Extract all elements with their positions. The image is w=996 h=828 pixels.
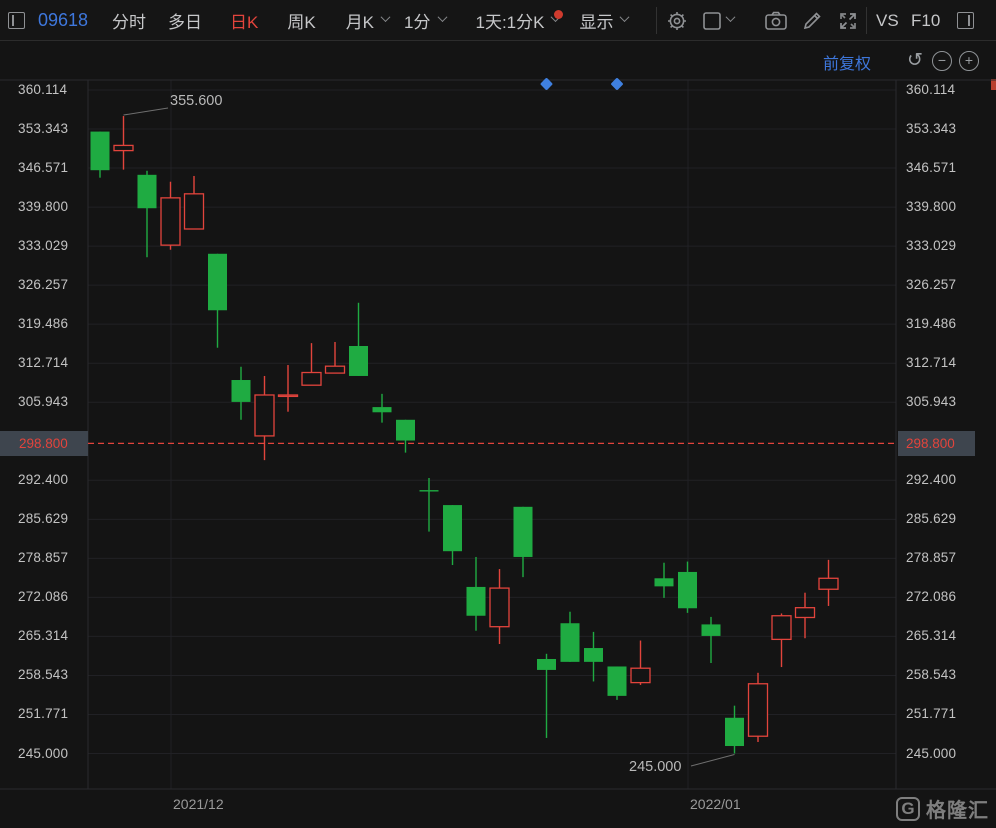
candle-body-down <box>608 666 627 695</box>
axis-tick-label: 258.543 <box>906 667 956 682</box>
candle-body-up <box>490 588 509 627</box>
plot-border <box>88 80 896 789</box>
axis-tick-label: 346.571 <box>18 160 68 175</box>
axis-tick-label: 333.029 <box>906 238 956 253</box>
axis-tick-label: 251.771 <box>18 706 68 721</box>
axis-tick-label: 272.086 <box>906 589 956 604</box>
event-marker-icon <box>610 77 623 90</box>
axis-tick-label: 278.857 <box>906 550 956 565</box>
annotation-line-low <box>691 755 735 766</box>
axis-tick-label: 360.114 <box>906 82 955 97</box>
low-annotation: 245.000 <box>629 759 681 775</box>
candle-body-down <box>349 346 368 376</box>
x-axis-label-dec: 2021/12 <box>173 796 224 812</box>
axis-tick-label: 333.029 <box>18 238 68 253</box>
candle-body-up <box>161 198 180 245</box>
candle-body-up <box>326 366 345 373</box>
axis-tick-label: 292.400 <box>906 472 956 487</box>
candle-body-down <box>537 659 556 670</box>
axis-tick-label: 265.314 <box>906 628 956 643</box>
axis-tick-label: 339.800 <box>18 199 68 214</box>
axis-tick-label: 285.629 <box>906 511 956 526</box>
candle-body-down <box>208 254 227 310</box>
candlestick-chart[interactable] <box>0 0 996 828</box>
axis-tick-label: 245.000 <box>18 746 68 761</box>
axis-tick-label: 305.943 <box>906 394 956 409</box>
axis-tick-label: 251.771 <box>906 706 956 721</box>
x-axis-label-jan: 2022/01 <box>690 796 741 812</box>
candle-body-down <box>584 648 603 662</box>
watermark: G 格隆汇 <box>896 794 989 823</box>
axis-tick-label: 285.629 <box>18 511 68 526</box>
high-annotation: 355.600 <box>170 93 222 109</box>
axis-tick-label: 245.000 <box>906 746 956 761</box>
gelonghui-logo-icon: G <box>896 797 920 821</box>
axis-tick-label: 353.343 <box>18 121 68 136</box>
candle-body-down <box>443 505 462 551</box>
axis-tick-label: 353.343 <box>906 121 956 136</box>
candle-body-down <box>561 623 580 662</box>
candle-body-up <box>302 373 321 386</box>
watermark-text: 格隆汇 <box>926 794 989 823</box>
axis-tick-label: 319.486 <box>906 316 956 331</box>
candle-body-down <box>514 507 533 557</box>
axis-tick-label: 326.257 <box>18 277 68 292</box>
candle-body-up <box>279 395 298 396</box>
prev-close-label-left: 298.800 <box>0 431 88 456</box>
candle-body-down <box>138 175 157 208</box>
axis-tick-label: 339.800 <box>906 199 956 214</box>
axis-tick-label: 292.400 <box>18 472 68 487</box>
axis-tick-label: 265.314 <box>18 628 68 643</box>
trading-app-window: 09618 分时多日日K周K月K1分1天:1分K显示 VS <box>0 0 996 828</box>
candle-body-up <box>255 395 274 436</box>
candle-body-down <box>467 587 486 616</box>
axis-tick-label: 360.114 <box>18 82 67 97</box>
axis-tick-label: 312.714 <box>906 355 956 370</box>
candle-body-up <box>185 194 204 229</box>
candle-body-up <box>819 578 838 589</box>
axis-tick-label: 258.543 <box>18 667 68 682</box>
candle-body-down <box>678 572 697 608</box>
axis-tick-label: 278.857 <box>18 550 68 565</box>
axis-tick-label: 272.086 <box>18 589 68 604</box>
annotation-line-high <box>124 108 169 115</box>
axis-tick-label: 319.486 <box>18 316 68 331</box>
axis-tick-label: 305.943 <box>18 394 68 409</box>
candle-body-down <box>655 578 674 586</box>
candle-body-up <box>749 684 768 736</box>
candle-body-down <box>396 420 415 441</box>
candle-body-up <box>631 668 650 682</box>
candle-body-down <box>702 624 721 636</box>
candle-body-up <box>772 616 791 640</box>
axis-tick-label: 312.714 <box>18 355 68 370</box>
candle-body-down <box>725 718 744 746</box>
candle-body-down <box>420 490 439 491</box>
candle-body-down <box>373 407 392 412</box>
event-marker-icon <box>540 77 553 90</box>
axis-tick-label: 346.571 <box>906 160 956 175</box>
candle-body-up <box>796 608 815 618</box>
axis-tick-label: 326.257 <box>906 277 956 292</box>
prev-close-label-right: 298.800 <box>898 431 975 456</box>
candle-body-down <box>91 132 110 171</box>
candle-body-down <box>232 380 251 402</box>
candle-body-up <box>114 145 133 150</box>
